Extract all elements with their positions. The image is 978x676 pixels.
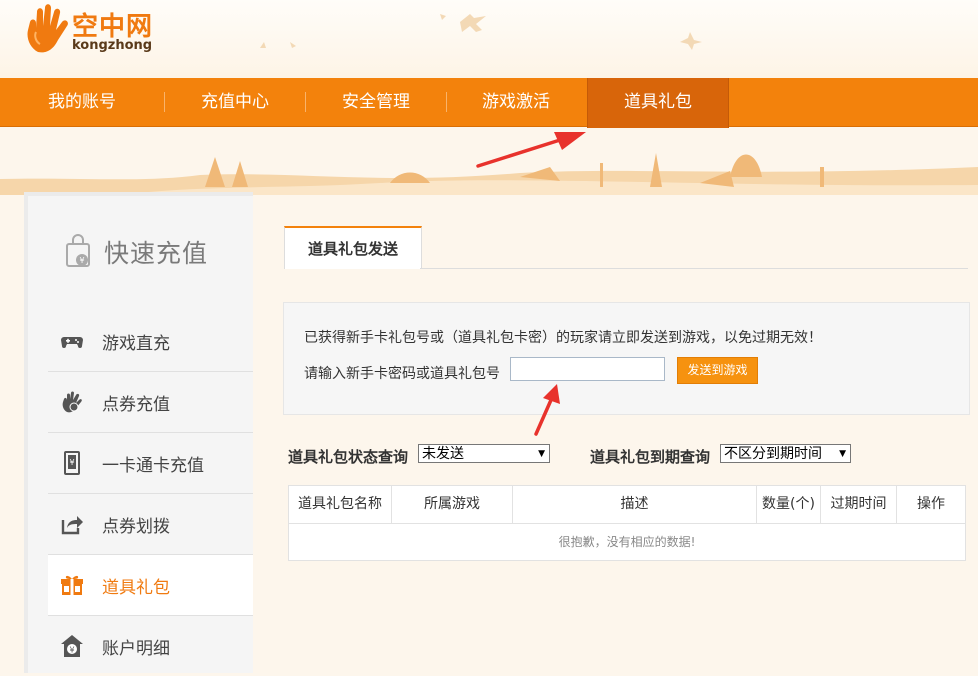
sidebar-item-card-recharge[interactable]: ¥ 一卡通卡充值 bbox=[48, 433, 253, 494]
nav-item-item-gifts[interactable]: 道具礼包 bbox=[587, 78, 729, 128]
column-header-expiry: 过期时间 bbox=[821, 486, 897, 523]
gift-code-input[interactable] bbox=[510, 357, 665, 381]
sidebar: ¥ 快速充值 游戏直充 点券充值 ¥ 一卡通卡充值 点券划拨 道具礼包 ¥ 账户… bbox=[24, 192, 253, 673]
sidebar-item-label: 道具礼包 bbox=[102, 578, 170, 598]
logo[interactable]: 空中网 kongzhong bbox=[24, 4, 154, 56]
gamepad-icon bbox=[61, 337, 83, 348]
expiry-select-value: 不区分到期时间 bbox=[724, 446, 822, 462]
shopping-bag-icon: ¥ bbox=[66, 234, 90, 267]
hand-logo-icon bbox=[27, 4, 68, 53]
card-icon: ¥ bbox=[64, 451, 80, 475]
column-header-game: 所属游戏 bbox=[392, 486, 513, 523]
sidebar-item-game-direct-recharge[interactable]: 游戏直充 bbox=[48, 311, 253, 372]
site-header: 空中网 kongzhong bbox=[0, 0, 978, 78]
column-header-action: 操作 bbox=[897, 486, 965, 523]
main-nav: 我的账号 充值中心 安全管理 游戏激活 道具礼包 bbox=[0, 78, 978, 128]
column-header-quantity: 数量(个) bbox=[757, 486, 821, 523]
sidebar-item-coupon-transfer[interactable]: 点券划拨 bbox=[48, 494, 253, 555]
send-to-game-button[interactable]: 发送到游戏 bbox=[677, 357, 758, 384]
gift-icon bbox=[61, 575, 83, 595]
status-select[interactable]: 未发送 ▼ bbox=[418, 444, 550, 463]
nav-item-game-activation[interactable]: 游戏激活 bbox=[447, 78, 585, 126]
notice-text: 已获得新手卡礼包号或（道具礼包卡密）的玩家请立即发送到游戏，以免过期无效！ bbox=[304, 330, 822, 346]
expiry-select[interactable]: 不区分到期时间 ▼ bbox=[720, 444, 851, 463]
sidebar-item-label: 账户明细 bbox=[102, 639, 170, 659]
logo-english-text: kongzhong bbox=[72, 38, 153, 53]
status-query-label: 道具礼包状态查询 bbox=[288, 448, 409, 466]
tab-item-gift-send[interactable]: 道具礼包发送 bbox=[284, 226, 422, 269]
sidebar-item-label: 游戏直充 bbox=[102, 334, 170, 354]
nav-item-my-account[interactable]: 我的账号 bbox=[0, 78, 164, 126]
expiry-query-label: 道具礼包到期查询 bbox=[590, 448, 711, 466]
gift-table: 道具礼包名称 所属游戏 描述 数量(个) 过期时间 操作 很抱歉，没有相应的数据… bbox=[288, 485, 966, 561]
send-gift-panel: 已获得新手卡礼包号或（道具礼包卡密）的玩家请立即发送到游戏，以免过期无效！ 请输… bbox=[283, 302, 970, 415]
sidebar-item-label: 点券充值 bbox=[102, 395, 170, 415]
gift-code-label: 请输入新手卡密码或道具礼包号 bbox=[304, 366, 500, 382]
coupon-hand-icon bbox=[62, 391, 82, 413]
empty-table-message: 很抱歉，没有相应的数据! bbox=[558, 535, 696, 549]
nav-item-recharge-center[interactable]: 充值中心 bbox=[165, 78, 305, 126]
sidebar-item-label: 一卡通卡充值 bbox=[102, 456, 204, 476]
sidebar-item-account-details[interactable]: ¥ 账户明细 bbox=[48, 616, 253, 676]
column-header-gift-name: 道具礼包名称 bbox=[289, 486, 392, 523]
sidebar-panel: ¥ 快速充值 游戏直充 点券充值 ¥ 一卡通卡充值 点券划拨 道具礼包 ¥ 账户… bbox=[28, 196, 253, 673]
status-select-value: 未发送 bbox=[422, 446, 464, 462]
svg-text:¥: ¥ bbox=[79, 256, 84, 265]
nav-item-security[interactable]: 安全管理 bbox=[306, 78, 446, 126]
dropdown-arrow-icon: ▼ bbox=[839, 449, 846, 459]
banner-decoration bbox=[0, 153, 978, 195]
svg-text:¥: ¥ bbox=[69, 646, 74, 655]
header-decoration bbox=[260, 14, 702, 50]
sidebar-item-label: 点券划拨 bbox=[102, 517, 170, 537]
sidebar-item-coupon-recharge[interactable]: 点券充值 bbox=[48, 372, 253, 433]
column-header-description: 描述 bbox=[513, 486, 757, 523]
tab-underline bbox=[420, 268, 968, 269]
transfer-icon bbox=[61, 516, 83, 535]
sidebar-item-item-gifts[interactable]: 道具礼包 bbox=[48, 554, 253, 616]
account-detail-icon: ¥ bbox=[61, 635, 83, 657]
quick-recharge-title: 快速充值 bbox=[104, 239, 209, 268]
dropdown-arrow-icon: ▼ bbox=[538, 449, 545, 459]
svg-text:¥: ¥ bbox=[69, 458, 74, 467]
